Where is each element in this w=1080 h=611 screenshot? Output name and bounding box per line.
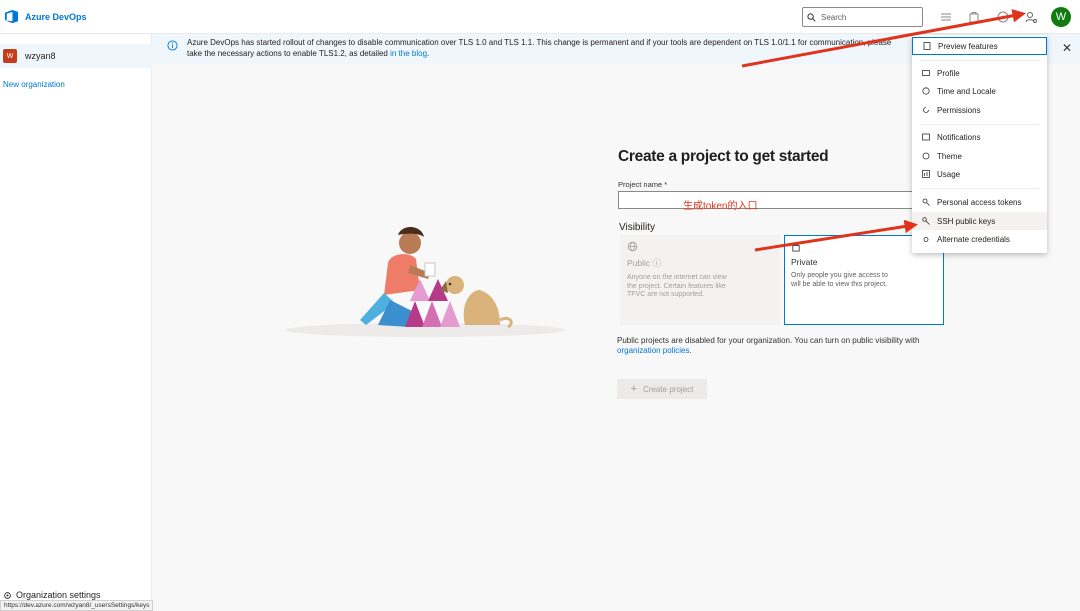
menu-item-label: Preview features (938, 41, 998, 51)
create-project-label: Create project (643, 384, 694, 394)
organization-settings-link[interactable]: Organization settings (3, 590, 101, 600)
menu-divider (920, 124, 1039, 125)
org-name: wzyan8 (25, 51, 56, 61)
credentials-icon (923, 237, 929, 242)
project-name-label: Project name * (618, 180, 668, 189)
globe-icon (922, 87, 930, 95)
menu-item-personal-access-tokens[interactable]: Personal access tokens (912, 193, 1047, 211)
disabled-note-text: Public projects are disabled for your or… (617, 336, 920, 345)
menu-item-notifications[interactable]: Notifications (912, 128, 1047, 146)
menu-item-time-locale[interactable]: Time and Locale (912, 82, 1047, 100)
public-description: Anyone on the internet can view the proj… (627, 274, 727, 298)
organization-settings-label: Organization settings (16, 590, 101, 600)
visibility-label: Visibility (619, 222, 655, 233)
menu-item-theme[interactable]: Theme (912, 147, 1047, 165)
org-badge: W (3, 49, 17, 63)
visibility-public-option[interactable]: Public ⓘ Anyone on the internet can view… (620, 235, 780, 325)
task-list-icon[interactable] (939, 10, 953, 24)
help-icon[interactable] (996, 10, 1010, 24)
menu-item-label: Theme (937, 151, 962, 161)
permissions-icon (923, 107, 929, 113)
plus-icon: + (630, 383, 638, 395)
sidebar-item-org[interactable]: W wzyan8 (0, 44, 152, 68)
menu-item-alternate-credentials[interactable]: Alternate credentials (912, 230, 1047, 248)
marketplace-bag-icon[interactable] (967, 10, 981, 24)
empty-state-illustration (285, 226, 565, 337)
preview-icon (923, 42, 931, 50)
menu-item-usage[interactable]: Usage (912, 165, 1047, 183)
banner-text: Azure DevOps has started rollout of chan… (187, 38, 892, 58)
search-placeholder: Search (821, 12, 847, 22)
token-icon (922, 198, 930, 206)
sidebar: W wzyan8 New organization Organization s… (0, 34, 152, 611)
annotation-text: 生成token的入口 (683, 201, 758, 212)
user-settings-icon[interactable] (1024, 10, 1038, 24)
user-settings-menu: Preview features Profile Time and Locale… (912, 35, 1047, 253)
info-icon (167, 40, 178, 51)
gear-icon (4, 591, 11, 599)
profile-icon (922, 70, 930, 76)
search-icon (807, 12, 816, 22)
project-name-input[interactable] (618, 191, 948, 209)
page-title: Create a project to get started (618, 148, 829, 165)
menu-item-preview-features[interactable]: Preview features (912, 37, 1047, 55)
menu-item-label: Profile (937, 68, 960, 78)
lock-icon (792, 242, 800, 252)
new-organization-link[interactable]: New organization (3, 80, 65, 89)
menu-divider (920, 60, 1039, 61)
menu-item-permissions[interactable]: Permissions (912, 101, 1047, 119)
key-icon (922, 217, 930, 225)
menu-item-label: Permissions (937, 105, 981, 115)
usage-icon (922, 170, 930, 178)
menu-item-profile[interactable]: Profile (912, 64, 1047, 82)
close-icon[interactable]: ✕ (1062, 41, 1072, 55)
private-title: Private (791, 257, 818, 267)
banner-message: Azure DevOps has started rollout of chan… (187, 37, 907, 59)
menu-item-ssh-public-keys[interactable]: SSH public keys (912, 212, 1047, 230)
public-disabled-note: Public projects are disabled for your or… (617, 336, 947, 356)
private-description: Only people you give access to will be a… (791, 272, 888, 288)
menu-item-label: Usage (937, 169, 961, 179)
app-name: Azure DevOps (25, 11, 87, 22)
brand[interactable]: Azure DevOps (4, 9, 87, 24)
status-bar-url: https://dev.azure.com/wzyan8/_usersSetti… (0, 600, 154, 611)
globe-icon (627, 241, 638, 252)
notifications-icon (922, 133, 930, 141)
public-title: Public ⓘ (627, 258, 662, 268)
top-bar: Azure DevOps Search W (0, 0, 1080, 34)
disabled-note-end: . (689, 346, 692, 355)
banner-text-end: . (427, 49, 430, 58)
organization-policies-link[interactable]: organization policies (617, 346, 690, 355)
theme-icon (922, 152, 930, 160)
banner-blog-link[interactable]: in the blog (390, 49, 427, 58)
search-box[interactable]: Search (802, 7, 923, 27)
menu-item-label: Time and Locale (937, 86, 996, 96)
user-avatar[interactable]: W (1051, 7, 1071, 27)
menu-item-label: Notifications (937, 132, 981, 142)
menu-item-label: Personal access tokens (937, 197, 1022, 207)
menu-item-label: Alternate credentials (937, 234, 1010, 244)
azure-devops-logo-icon (4, 9, 19, 24)
create-project-button[interactable]: + Create project (617, 379, 707, 399)
menu-item-label: SSH public keys (937, 216, 996, 226)
menu-divider (920, 188, 1039, 189)
